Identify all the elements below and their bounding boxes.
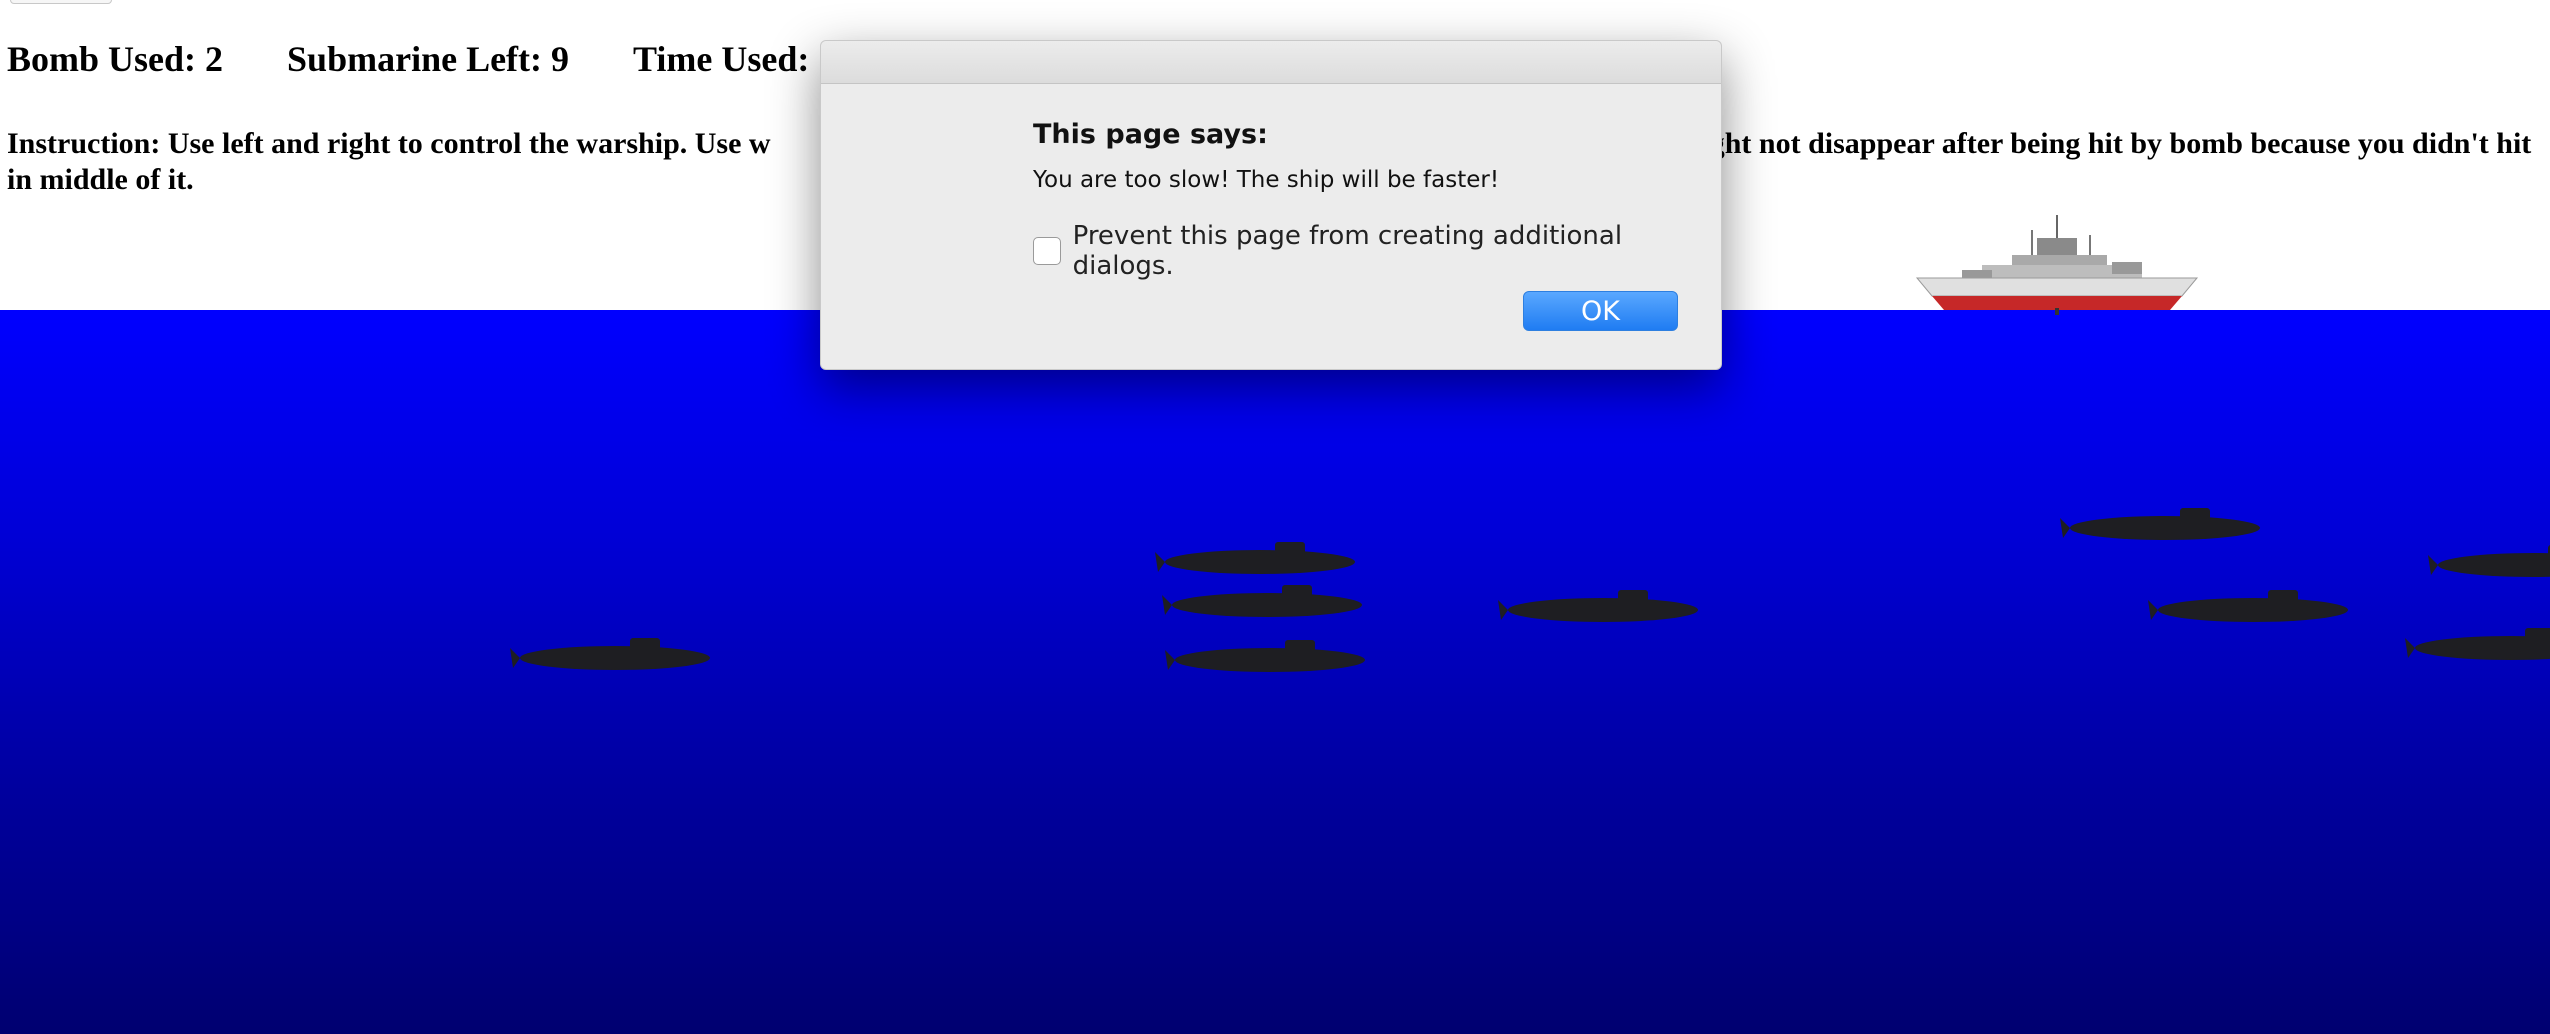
prevent-dialogs-checkbox[interactable] — [1033, 237, 1061, 265]
submarine-icon — [2428, 545, 2550, 577]
prevent-dialogs-option[interactable]: Prevent this page from creating addition… — [1033, 221, 1721, 281]
ok-button[interactable]: OK — [1523, 291, 1678, 331]
bomb-used-stat: Bomb Used: 2 — [7, 39, 224, 79]
prevent-dialogs-label: Prevent this page from creating addition… — [1072, 221, 1623, 281]
dialog-heading: This page says: — [1033, 119, 1268, 150]
top-button[interactable] — [10, 0, 112, 4]
submarine-icon — [1162, 585, 1362, 617]
submarine-icon — [1165, 640, 1365, 672]
dialog-message: You are too slow! The ship will be faste… — [1033, 167, 1500, 193]
game-stage: Bomb Used: 2 Submarine Left: 9 Time Used… — [0, 0, 2550, 1034]
alert-dialog: This page says: You are too slow! The sh… — [820, 40, 1722, 370]
warship-icon — [1915, 215, 2199, 315]
submarine-left-stat: Submarine Left: 9 — [287, 39, 570, 79]
submarine-icon — [2060, 508, 2260, 540]
submarine-icon — [510, 638, 710, 670]
submarine-icon — [2148, 590, 2348, 622]
submarine-icon — [1498, 590, 1698, 622]
stats-bar: Bomb Used: 2 Submarine Left: 9 Time Used… — [7, 38, 864, 80]
time-used-stat: Time Used: — [633, 39, 810, 79]
submarine-icon — [2405, 628, 2550, 660]
instructions-part-1: Instruction: Use left and right to contr… — [7, 127, 771, 160]
dialog-titlebar[interactable] — [821, 41, 1721, 84]
